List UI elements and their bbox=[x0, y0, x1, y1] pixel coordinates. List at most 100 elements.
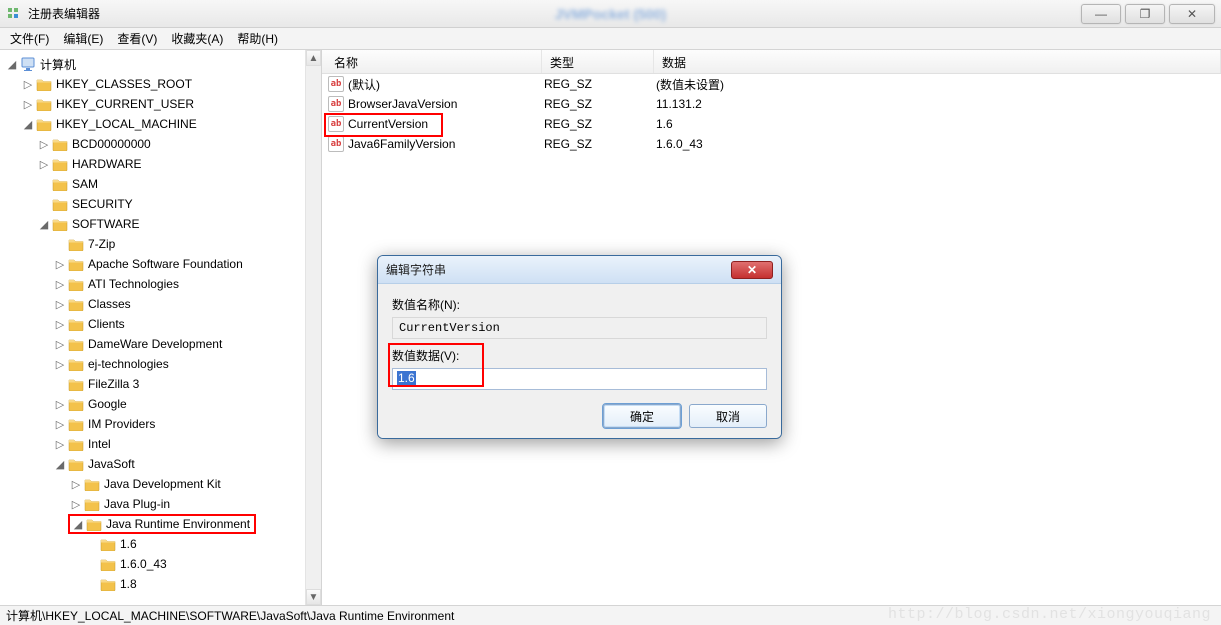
collapse-icon[interactable]: ◢ bbox=[20, 118, 36, 131]
tree-node[interactable]: ▷ Apache Software Foundation bbox=[0, 254, 321, 274]
expand-icon[interactable]: ▷ bbox=[52, 318, 68, 331]
ok-button[interactable]: 确定 bbox=[603, 404, 681, 428]
tree-node[interactable]: ▷Classes bbox=[0, 294, 321, 314]
tree-node[interactable]: ▷IM Providers bbox=[0, 414, 321, 434]
expand-icon[interactable]: ▷ bbox=[52, 278, 68, 291]
tree-node[interactable]: ▷HKEY_CURRENT_USER bbox=[0, 94, 321, 114]
minimize-button[interactable]: — bbox=[1081, 4, 1121, 24]
title-bar: 注册表编辑器 JVMPocket (500) — ❐ ✕ bbox=[0, 0, 1221, 28]
expand-icon[interactable]: ▷ bbox=[20, 98, 36, 111]
tree-node[interactable]: ▷ ej-technologies bbox=[0, 354, 321, 374]
value-type: REG_SZ bbox=[542, 97, 654, 111]
folder-icon bbox=[68, 396, 84, 412]
tree-node-label: HKEY_LOCAL_MACHINE bbox=[56, 117, 197, 131]
cancel-button[interactable]: 取消 bbox=[689, 404, 767, 428]
folder-icon bbox=[68, 456, 84, 472]
expand-icon[interactable]: ▷ bbox=[52, 418, 68, 431]
value-type: REG_SZ bbox=[542, 77, 654, 91]
value-type: REG_SZ bbox=[542, 137, 654, 151]
string-value-icon: ab bbox=[328, 136, 344, 152]
expand-icon[interactable]: ▷ bbox=[68, 498, 84, 511]
expand-icon[interactable]: ▷ bbox=[20, 78, 36, 91]
tree-node[interactable]: 1.6.0_43 bbox=[0, 554, 321, 574]
folder-icon bbox=[68, 256, 84, 272]
value-row[interactable]: abBrowserJavaVersionREG_SZ11.131.2 bbox=[322, 94, 1221, 114]
folder-icon bbox=[36, 76, 52, 92]
tree-node[interactable]: SECURITY bbox=[0, 194, 321, 214]
col-header-data[interactable]: 数据 bbox=[654, 50, 1221, 73]
folder-icon bbox=[36, 96, 52, 112]
tree-node-label: Clients bbox=[88, 317, 125, 331]
expand-icon[interactable]: ▷ bbox=[68, 478, 84, 491]
expand-icon[interactable]: ▷ bbox=[52, 298, 68, 311]
tree-node[interactable]: ▷HARDWARE bbox=[0, 154, 321, 174]
close-button[interactable]: ✕ bbox=[1169, 4, 1215, 24]
tree-node[interactable]: ▷Google bbox=[0, 394, 321, 414]
tree-node-label: HKEY_CLASSES_ROOT bbox=[56, 77, 192, 91]
tree-node-label: 1.8 bbox=[120, 577, 137, 591]
tree-node[interactable]: ◢JavaSoft bbox=[0, 454, 321, 474]
tree-node-label: 1.6.0_43 bbox=[120, 557, 167, 571]
value-data-input[interactable]: 1.6 bbox=[392, 368, 767, 390]
tree-node-label: SAM bbox=[72, 177, 98, 191]
expand-icon[interactable]: ▷ bbox=[36, 158, 52, 171]
tree-node[interactable]: ▷ Clients bbox=[0, 314, 321, 334]
tree-node[interactable]: 1.6 bbox=[0, 534, 321, 554]
col-header-type[interactable]: 类型 bbox=[542, 50, 654, 73]
menu-help[interactable]: 帮助(H) bbox=[231, 28, 284, 49]
tree-node[interactable]: ◢ HKEY_LOCAL_MACHINE bbox=[0, 114, 321, 134]
menu-favorites[interactable]: 收藏夹(A) bbox=[165, 28, 229, 49]
scroll-down-icon[interactable]: ▼ bbox=[306, 589, 321, 605]
status-bar: 计算机\HKEY_LOCAL_MACHINE\SOFTWARE\JavaSoft… bbox=[0, 605, 1221, 625]
folder-icon bbox=[52, 196, 68, 212]
dialog-close-button[interactable]: ✕ bbox=[731, 261, 773, 279]
dialog-title-bar[interactable]: 编辑字符串 ✕ bbox=[378, 256, 781, 284]
col-header-name[interactable]: 名称 bbox=[322, 50, 542, 73]
value-row[interactable]: abCurrentVersionREG_SZ1.6 bbox=[322, 114, 1221, 134]
collapse-icon[interactable]: ◢ bbox=[70, 518, 86, 531]
window-controls: — ❐ ✕ bbox=[1077, 4, 1215, 24]
tree-node[interactable]: ▷Intel bbox=[0, 434, 321, 454]
collapse-icon[interactable]: ◢ bbox=[36, 218, 52, 231]
string-value-icon: ab bbox=[328, 96, 344, 112]
expand-icon[interactable]: ▷ bbox=[52, 338, 68, 351]
tree-node-label: Apache Software Foundation bbox=[88, 257, 243, 271]
tree-node-label: ej-technologies bbox=[88, 357, 169, 371]
tree-node[interactable]: 1.8 bbox=[0, 574, 321, 594]
tree-node-label: 计算机 bbox=[40, 56, 76, 73]
expand-icon[interactable]: ▷ bbox=[52, 258, 68, 271]
tree-node[interactable]: ▷ HKEY_CLASSES_ROOT bbox=[0, 74, 321, 94]
expand-icon[interactable]: ▷ bbox=[52, 358, 68, 371]
tree-root-node[interactable]: ◢ 计算机 bbox=[0, 54, 321, 74]
tree-node-label: BCD00000000 bbox=[72, 137, 151, 151]
expand-icon[interactable]: ▷ bbox=[52, 438, 68, 451]
tree-scrollbar[interactable]: ▲ ▼ bbox=[305, 50, 321, 605]
expand-icon[interactable]: ▷ bbox=[52, 398, 68, 411]
menu-file[interactable]: 文件(F) bbox=[4, 28, 55, 49]
tree-node[interactable]: ▷Java Development Kit bbox=[0, 474, 321, 494]
tree-node[interactable]: 7-Zip bbox=[0, 234, 321, 254]
string-value-icon: ab bbox=[328, 76, 344, 92]
menu-view[interactable]: 查看(V) bbox=[111, 28, 163, 49]
tree-node[interactable]: ▷Java Plug-in bbox=[0, 494, 321, 514]
menu-edit[interactable]: 编辑(E) bbox=[57, 28, 109, 49]
tree-node[interactable]: ▷ BCD00000000 bbox=[0, 134, 321, 154]
tree-node[interactable]: ▷ATI Technologies bbox=[0, 274, 321, 294]
value-data: (数值未设置) bbox=[654, 76, 1221, 93]
tree-node[interactable]: ◢Java Runtime Environment bbox=[0, 514, 321, 534]
collapse-icon[interactable]: ◢ bbox=[52, 458, 68, 471]
tree-node[interactable]: ◢SOFTWARE bbox=[0, 214, 321, 234]
tree-node[interactable]: SAM bbox=[0, 174, 321, 194]
scroll-up-icon[interactable]: ▲ bbox=[306, 50, 321, 66]
collapse-icon[interactable]: ◢ bbox=[4, 58, 20, 71]
app-icon bbox=[6, 6, 22, 22]
tree-node[interactable]: FileZilla 3 bbox=[0, 374, 321, 394]
value-row[interactable]: ab(默认)REG_SZ(数值未设置) bbox=[322, 74, 1221, 94]
expand-icon[interactable]: ▷ bbox=[36, 138, 52, 151]
maximize-button[interactable]: ❐ bbox=[1125, 4, 1165, 24]
folder-icon bbox=[86, 516, 102, 532]
folder-icon bbox=[52, 156, 68, 172]
value-row[interactable]: abJava6FamilyVersionREG_SZ1.6.0_43 bbox=[322, 134, 1221, 154]
folder-icon bbox=[100, 536, 116, 552]
tree-node[interactable]: ▷DameWare Development bbox=[0, 334, 321, 354]
